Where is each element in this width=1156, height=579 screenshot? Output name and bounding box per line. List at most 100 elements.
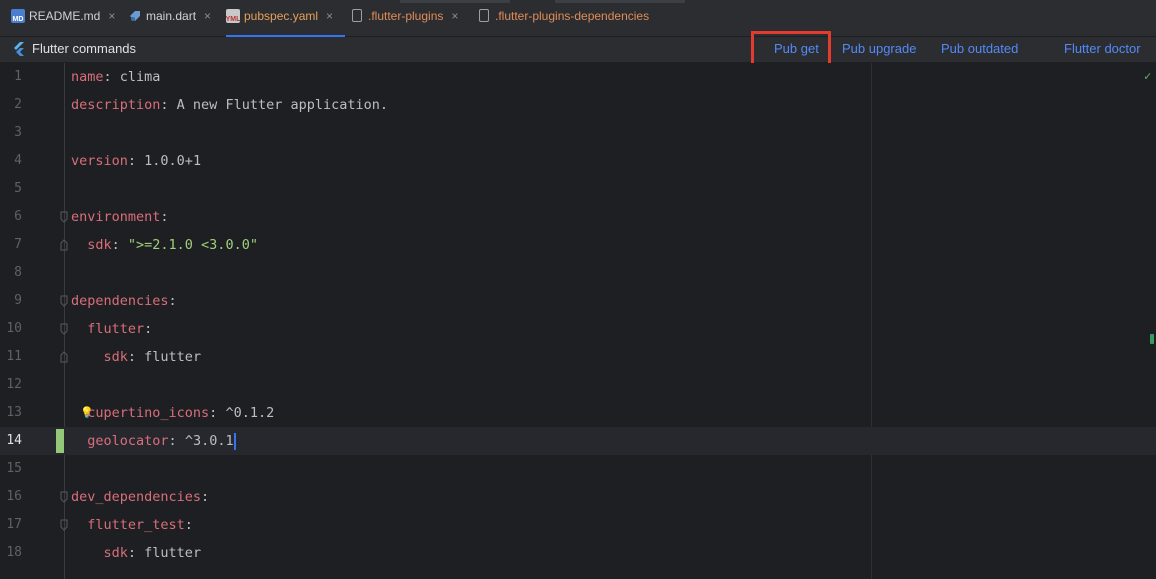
yaml-separator: :	[160, 209, 169, 225]
yaml-file-icon: YML	[226, 9, 240, 23]
code-line[interactable]: 16 dev_dependencies:	[0, 483, 1156, 511]
flutter-commands-title: Flutter commands	[12, 41, 136, 56]
yaml-separator: :	[160, 97, 177, 113]
pub-outdated-button[interactable]: Pub outdated	[941, 41, 1018, 57]
tab-pubspec-yaml[interactable]: YML pubspec.yaml ×	[226, 8, 346, 38]
yaml-separator: :	[103, 69, 120, 85]
tab-readme[interactable]: MD README.md ×	[11, 8, 115, 35]
code-line[interactable]: 17 flutter_test:	[0, 511, 1156, 539]
tab-label: .flutter-plugins-dependencies	[495, 9, 650, 23]
code-line[interactable]: 8	[0, 259, 1156, 287]
fold-marker-icon[interactable]	[60, 239, 68, 251]
code-text: cupertino_icons: ^0.1.2	[71, 399, 274, 427]
code-line[interactable]: 18 sdk: flutter	[0, 539, 1156, 567]
tab-flutter-plugins-dependencies[interactable]: .flutter-plugins-dependencies	[479, 8, 649, 35]
code-text: sdk: ">=2.1.0 <3.0.0"	[71, 231, 258, 259]
flutter-logo-icon	[14, 41, 24, 56]
line-number: 10	[6, 321, 22, 336]
text-file-icon	[479, 9, 489, 22]
code-line[interactable]: 11 sdk: flutter	[0, 343, 1156, 371]
yaml-value: ">=2.1.0 <3.0.0"	[127, 237, 258, 253]
close-icon[interactable]: ×	[451, 8, 458, 24]
line-number: 17	[6, 517, 22, 532]
fold-marker-icon[interactable]	[60, 211, 68, 223]
pub-get-button[interactable]: Pub get	[774, 41, 819, 57]
flutter-doctor-button[interactable]: Flutter doctor	[1064, 41, 1141, 57]
text-file-icon	[352, 9, 362, 22]
yaml-key: name	[71, 69, 104, 85]
yaml-key: dev_dependencies	[71, 489, 202, 505]
tab-label: README.md	[29, 9, 101, 23]
code-line[interactable]: 7 sdk: ">=2.1.0 <3.0.0"	[0, 231, 1156, 259]
code-editor[interactable]: ✓ 1 name: clima 2 description: A new Flutte…	[0, 63, 1156, 579]
yaml-separator: :	[168, 293, 177, 309]
code-text: version: 1.0.0+1	[71, 147, 201, 175]
flutter-commands-label: Flutter commands	[32, 41, 137, 56]
close-icon[interactable]: ×	[108, 8, 115, 24]
tab-label: .flutter-plugins	[368, 9, 444, 23]
line-number: 15	[6, 461, 22, 476]
yaml-separator: :	[201, 489, 210, 505]
code-line[interactable]: 2 description: A new Flutter application.	[0, 91, 1156, 119]
yaml-key: environment	[71, 209, 161, 225]
yaml-value: ^0.1.2	[225, 405, 275, 421]
code-text: dev_dependencies:	[71, 483, 209, 511]
yaml-key: flutter_test	[71, 517, 185, 533]
fold-marker-icon[interactable]	[60, 323, 68, 335]
yaml-key: sdk	[71, 545, 128, 561]
code-line[interactable]: 6 environment:	[0, 203, 1156, 231]
line-number: 2	[14, 97, 22, 112]
pub-upgrade-button[interactable]: Pub upgrade	[842, 41, 916, 57]
tab-main-dart[interactable]: main.dart ×	[128, 8, 211, 35]
line-number: 3	[14, 125, 22, 140]
fold-marker-icon[interactable]	[60, 491, 68, 503]
yaml-key: dependencies	[71, 293, 169, 309]
yaml-separator: :	[144, 321, 153, 337]
yaml-value: clima	[119, 69, 161, 85]
fold-marker-icon[interactable]	[60, 351, 68, 363]
line-number: 14	[6, 433, 22, 448]
yaml-key: version	[71, 153, 128, 169]
fold-marker-icon[interactable]	[60, 519, 68, 531]
line-number: 5	[14, 181, 22, 196]
code-line[interactable]: 15	[0, 455, 1156, 483]
line-number: 6	[14, 209, 22, 224]
tab-flutter-plugins[interactable]: .flutter-plugins ×	[352, 8, 458, 35]
tab-label: main.dart	[146, 9, 197, 23]
text-caret	[233, 432, 236, 450]
code-text: flutter:	[71, 315, 152, 343]
code-line[interactable]: 9 dependencies:	[0, 287, 1156, 315]
code-line[interactable]: 3	[0, 119, 1156, 147]
code-text: geolocator: ^3.0.1	[71, 427, 236, 455]
code-line[interactable]: 4 version: 1.0.0+1	[0, 147, 1156, 175]
code-text: sdk: flutter	[71, 343, 202, 371]
yaml-value: flutter	[144, 545, 202, 561]
yaml-key: cupertino_icons	[71, 405, 210, 421]
fold-marker-icon[interactable]	[60, 295, 68, 307]
yaml-separator: :	[184, 517, 193, 533]
code-line[interactable]: 10 flutter:	[0, 315, 1156, 343]
code-line[interactable]: 12	[0, 371, 1156, 399]
close-icon[interactable]: ×	[204, 8, 211, 24]
line-number: 8	[14, 265, 22, 280]
yaml-value: flutter	[144, 349, 202, 365]
close-icon[interactable]: ×	[326, 8, 333, 24]
code-text: name: clima	[71, 63, 160, 91]
yaml-key: sdk	[71, 237, 112, 253]
code-line[interactable]: 13 💡 cupertino_icons: ^0.1.2	[0, 399, 1156, 427]
line-number: 13	[6, 405, 22, 420]
code-line[interactable]: 14 geolocator: ^3.0.1	[0, 427, 1156, 455]
line-number: 18	[6, 545, 22, 560]
vcs-change-marker[interactable]	[56, 429, 64, 453]
code-line[interactable]: 5	[0, 175, 1156, 203]
code-text: description: A new Flutter application.	[71, 91, 388, 119]
code-text: dependencies:	[71, 287, 177, 315]
yaml-key: sdk	[71, 349, 128, 365]
code-line[interactable]: 1 name: clima	[0, 63, 1156, 91]
editor-tab-bar: MD README.md × main.dart × YML pubspec.y…	[0, 0, 1156, 38]
line-number: 9	[14, 293, 22, 308]
line-number: 12	[6, 377, 22, 392]
markdown-file-icon: MD	[11, 9, 25, 23]
tab-label: pubspec.yaml	[244, 9, 319, 23]
yaml-value: A new Flutter application.	[176, 97, 388, 113]
